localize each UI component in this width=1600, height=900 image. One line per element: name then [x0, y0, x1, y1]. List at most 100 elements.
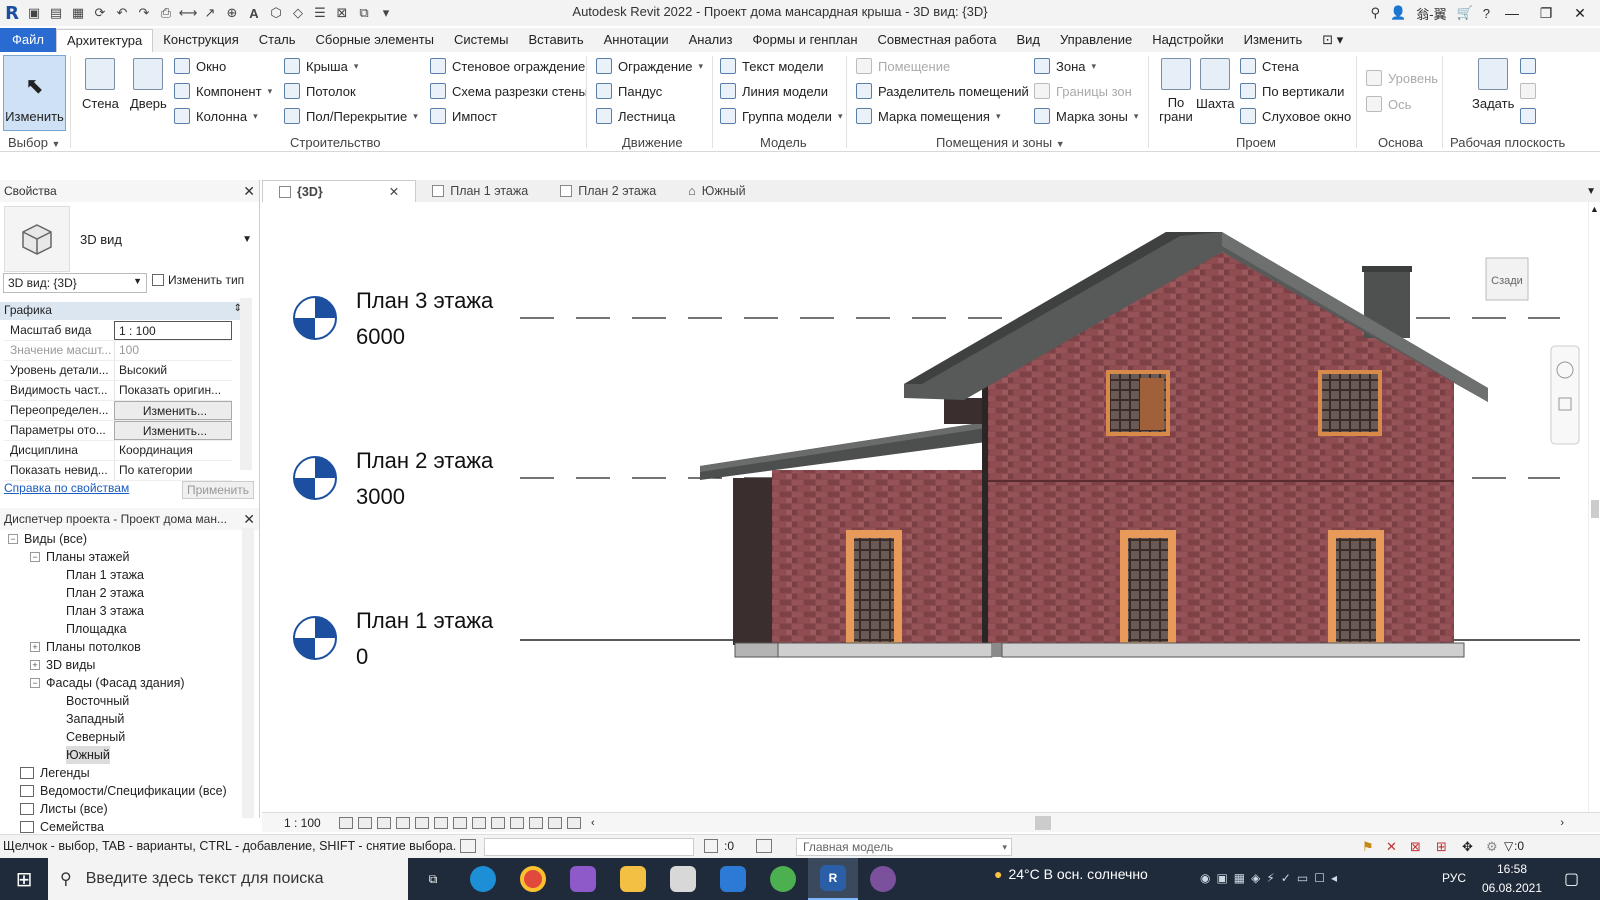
design-option-select[interactable]: Главная модель ▾: [796, 838, 1012, 856]
detail-level-icon[interactable]: [339, 816, 353, 829]
level-elev-1[interactable]: 0: [356, 644, 368, 670]
browser-item[interactable]: Северный: [0, 728, 240, 746]
level-button[interactable]: Уровень: [1366, 70, 1438, 86]
dormer-button[interactable]: Слуховое окно: [1240, 108, 1351, 124]
file-explorer-icon[interactable]: [608, 858, 658, 900]
collapse-icon[interactable]: −: [30, 552, 40, 562]
home-icon[interactable]: ▣: [26, 5, 42, 21]
model-group-button[interactable]: Группа модели ▾: [720, 108, 842, 124]
browser-item[interactable]: − Фасады (Фасад здания): [0, 674, 240, 692]
level-elev-3[interactable]: 6000: [356, 324, 405, 350]
reveal-hidden-icon[interactable]: [510, 816, 524, 829]
print-icon[interactable]: ⎙: [158, 5, 174, 21]
show-crop-icon[interactable]: [453, 816, 467, 829]
expand-icon[interactable]: +: [30, 642, 40, 652]
browser-item[interactable]: − Планы этажей: [0, 548, 240, 566]
ribbon-toggle-icon[interactable]: ⊡ ▾: [1312, 28, 1353, 52]
viewer-button[interactable]: [1520, 108, 1536, 124]
start-button[interactable]: ⊞: [0, 858, 48, 900]
by-face-button[interactable]: По грани: [1156, 58, 1196, 124]
tab-steel[interactable]: Сталь: [249, 28, 306, 52]
curtain-system-button[interactable]: Стеновое ограждение: [430, 58, 585, 74]
help-icon[interactable]: ?: [1483, 6, 1490, 21]
language-indicator[interactable]: РУС: [1442, 871, 1466, 885]
level-name-1[interactable]: План 1 этажа: [356, 608, 493, 634]
area-tag-button[interactable]: Марка зоны ▾: [1034, 108, 1138, 124]
select-by-face-icon[interactable]: ⊞: [1436, 839, 1447, 855]
browser-item[interactable]: Южный: [0, 746, 240, 764]
filter-icon[interactable]: ▽: [1504, 839, 1513, 853]
render-icon[interactable]: [415, 816, 429, 829]
tab-architecture[interactable]: Архитектура: [55, 28, 154, 52]
column-button[interactable]: Колонна ▾: [174, 108, 258, 124]
select-pinned-icon[interactable]: ⊠: [1410, 839, 1421, 855]
model-text-button[interactable]: Текст модели: [720, 58, 823, 74]
cart-icon[interactable]: 🛒: [1457, 5, 1473, 21]
expand-icon[interactable]: +: [30, 660, 40, 670]
browser-item[interactable]: План 1 этажа: [0, 566, 240, 584]
ref-plane-button[interactable]: [1520, 83, 1536, 99]
group-graphics[interactable]: Графика ⇕: [0, 302, 246, 320]
browser-item[interactable]: − Виды (все): [0, 530, 240, 548]
ramp-button[interactable]: Пандус: [596, 83, 662, 99]
task-view-icon[interactable]: ⧉: [408, 858, 458, 900]
drawing-canvas[interactable]: Сзади План 3 этажа 6000 План 2 этажа 300…: [262, 202, 1588, 810]
taskbar-search[interactable]: ⚲ Введите здесь текст для поиска: [48, 858, 408, 900]
tab-collaborate[interactable]: Совместная работа: [868, 28, 1007, 52]
analytical-icon[interactable]: [529, 816, 543, 829]
type-selector[interactable]: 3D вид ▼: [4, 204, 256, 274]
dimension-icon[interactable]: ↗: [202, 5, 218, 21]
sun-path-icon[interactable]: [377, 816, 391, 829]
house-model[interactable]: [700, 232, 1488, 658]
user-icon[interactable]: 👤: [1390, 5, 1406, 21]
panel-select-label[interactable]: Выбор ▼: [8, 135, 60, 150]
lock-view-icon[interactable]: [472, 816, 486, 829]
tab-precast[interactable]: Сборные элементы: [306, 28, 444, 52]
tab-south[interactable]: ⌂ Южный: [672, 180, 761, 202]
design-options-icon[interactable]: [756, 839, 772, 853]
component-button[interactable]: Компонент ▾: [174, 83, 272, 99]
browser-item[interactable]: План 2 этажа: [0, 584, 240, 602]
browser-scrollbar[interactable]: [242, 528, 254, 818]
browser-item[interactable]: Легенды: [0, 764, 240, 782]
panel-room-label[interactable]: Помещения и зоны ▼: [936, 135, 1065, 150]
store-icon[interactable]: [658, 858, 708, 900]
browser-item[interactable]: Восточный: [0, 692, 240, 710]
ceiling-button[interactable]: Потолок: [284, 83, 356, 99]
temp-hide-icon[interactable]: [491, 816, 505, 829]
wall-opening-button[interactable]: Стена: [1240, 58, 1299, 74]
detail-level-value[interactable]: Высокий: [114, 361, 232, 380]
measure-icon[interactable]: ⟷: [179, 5, 198, 21]
browser-item[interactable]: Площадка: [0, 620, 240, 638]
area-boundary-button[interactable]: Границы зон: [1034, 83, 1132, 99]
area-button[interactable]: Зона ▾: [1034, 58, 1096, 74]
tab-plan-2[interactable]: План 2 этажа: [544, 180, 672, 202]
roof-button[interactable]: Крыша ▾: [284, 58, 358, 74]
sync-icon[interactable]: ⟳: [92, 5, 108, 21]
curtain-grid-button[interactable]: Схема разрезки стены: [430, 83, 588, 99]
browser-item[interactable]: Ведомости/Спецификации (все): [0, 782, 240, 800]
tab-systems[interactable]: Системы: [444, 28, 518, 52]
browser-item[interactable]: Листы (все): [0, 800, 240, 818]
infocenter-binoculars-icon[interactable]: ⚲: [1371, 5, 1381, 21]
change-type-button[interactable]: Изменить тип: [152, 273, 244, 287]
discipline-value[interactable]: Координация: [114, 441, 232, 460]
worksets-icon[interactable]: [460, 839, 476, 853]
drag-elements-icon[interactable]: ✥: [1462, 839, 1473, 855]
chrome-icon[interactable]: [508, 858, 558, 900]
level-name-2[interactable]: План 2 этажа: [356, 448, 493, 474]
section-icon[interactable]: ◇: [290, 5, 306, 21]
close-window-button[interactable]: ✕: [1568, 5, 1592, 22]
scroll-up-icon[interactable]: ▲: [1589, 204, 1600, 214]
window-button[interactable]: Окно: [174, 58, 226, 74]
vertical-opening-button[interactable]: По вертикали: [1240, 83, 1344, 99]
view-scale[interactable]: 1 : 100: [284, 816, 334, 830]
switch-windows-icon[interactable]: ⧉: [356, 5, 372, 21]
viber-icon[interactable]: [858, 858, 908, 900]
tray-icons[interactable]: ◉▣▦◈⚡✓▭☐◂: [1200, 871, 1343, 885]
restore-button[interactable]: ❐: [1534, 5, 1558, 22]
crop-icon[interactable]: [434, 816, 448, 829]
scroll-thumb[interactable]: [1591, 500, 1599, 518]
revit-taskbar-icon[interactable]: R: [808, 858, 858, 900]
mullion-button[interactable]: Импост: [430, 108, 497, 124]
